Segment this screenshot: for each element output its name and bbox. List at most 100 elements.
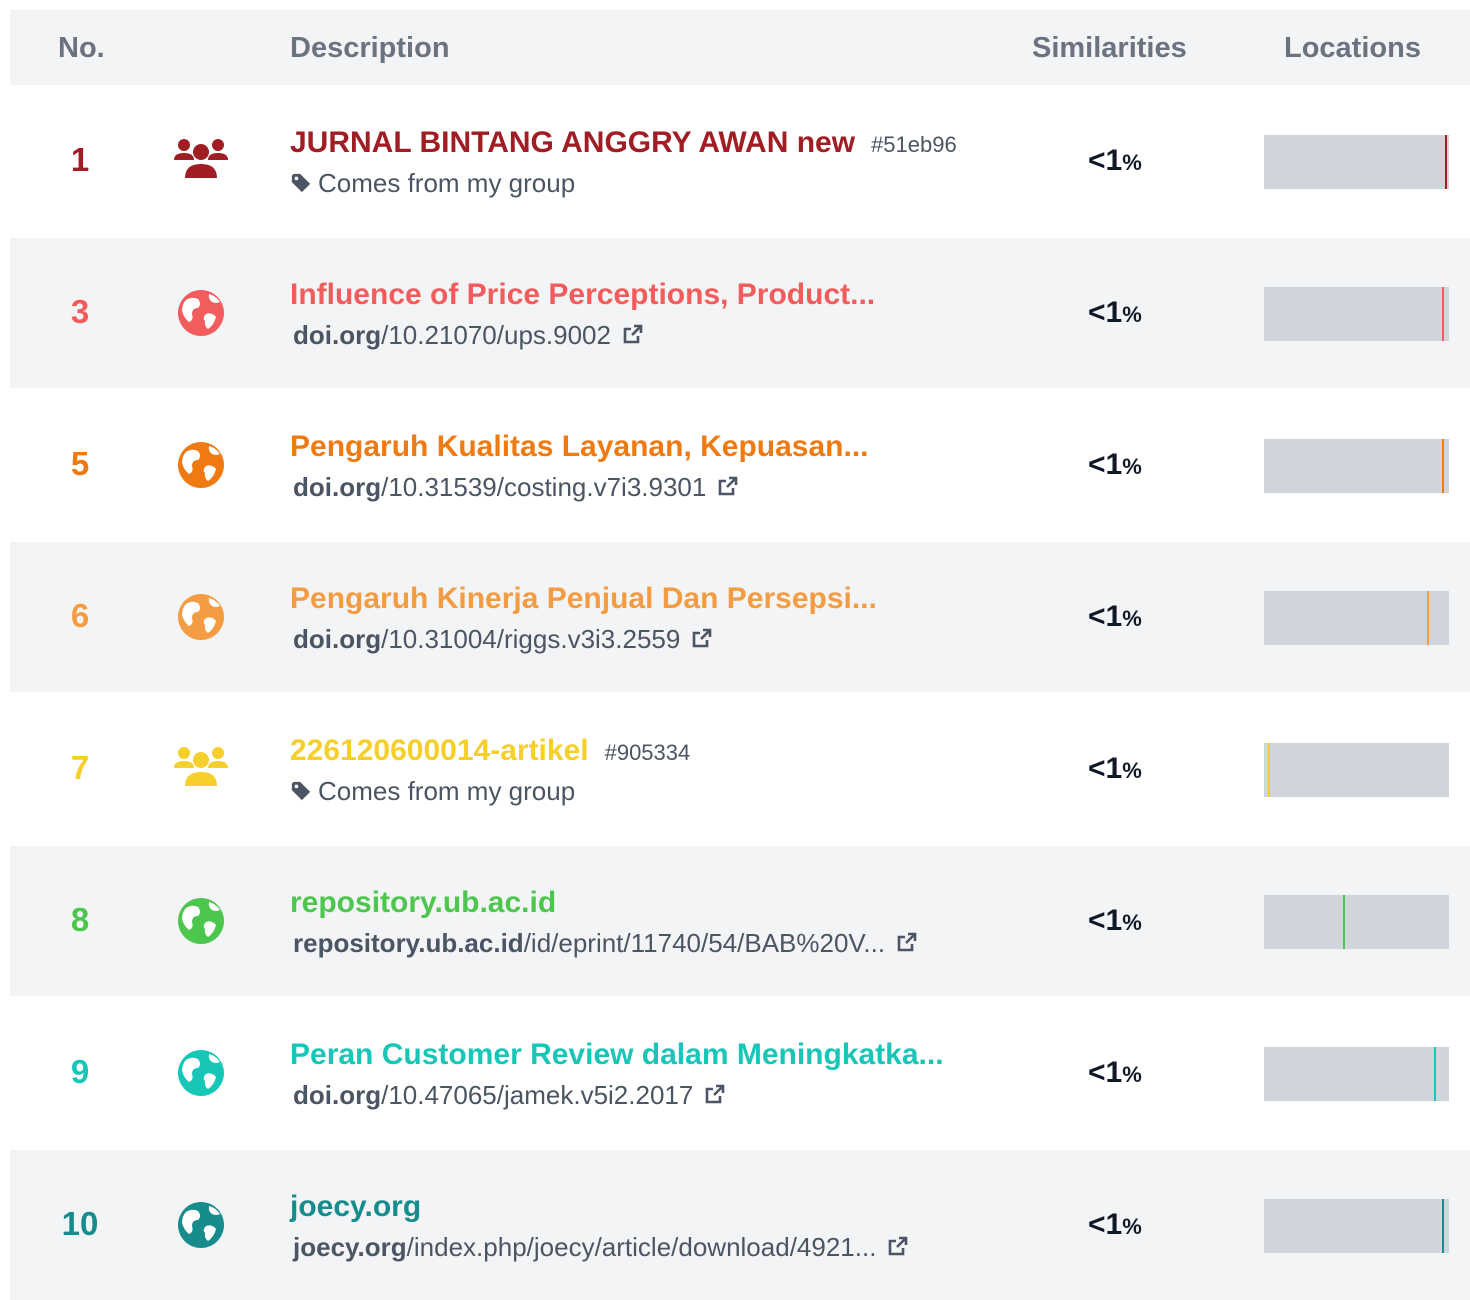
similarity-value: <1% bbox=[1088, 1056, 1142, 1090]
similarity-number: <1 bbox=[1088, 448, 1123, 481]
location-bar[interactable] bbox=[1264, 591, 1449, 645]
similarity-percent-sign: % bbox=[1122, 150, 1142, 175]
similarity-number: <1 bbox=[1088, 752, 1123, 785]
external-link-icon[interactable] bbox=[621, 322, 645, 353]
similarity-value: <1% bbox=[1088, 752, 1142, 786]
location-bar[interactable] bbox=[1264, 895, 1449, 949]
globe-icon bbox=[172, 588, 230, 646]
row-number: 10 bbox=[61, 1205, 99, 1242]
similarity-percent-sign: % bbox=[1122, 606, 1142, 631]
source-title-link[interactable]: JURNAL BINTANG ANGGRY AWAN new bbox=[290, 126, 855, 159]
source-url-link[interactable]: doi.org/10.21070/ups.9002 bbox=[293, 320, 645, 353]
source-title-link[interactable]: 226120600014-artikel bbox=[290, 734, 589, 767]
table-row[interactable]: 7 226120600014-artikel #905334 Comes from m… bbox=[10, 694, 1470, 844]
table-header: No. Description Similarities Locations bbox=[10, 10, 1470, 85]
similarity-percent-sign: % bbox=[1122, 910, 1142, 935]
globe-icon bbox=[172, 892, 230, 950]
source-title-link[interactable]: Pengaruh Kualitas Layanan, Kepuasan... bbox=[290, 430, 869, 463]
location-marker bbox=[1343, 895, 1345, 949]
source-path: /id/eprint/11740/54/BAB%20V... bbox=[523, 928, 886, 958]
group-origin-label: Comes from my group bbox=[318, 168, 576, 198]
external-link-icon[interactable] bbox=[690, 626, 714, 657]
source-title-link[interactable]: Pengaruh Kinerja Penjual Dan Persepsi... bbox=[290, 582, 877, 615]
source-domain: joecy.org bbox=[293, 1232, 407, 1262]
row-number: 9 bbox=[70, 1053, 90, 1090]
similarity-number: <1 bbox=[1088, 600, 1123, 633]
source-domain: doi.org bbox=[293, 472, 382, 502]
similarity-number: <1 bbox=[1088, 1208, 1123, 1241]
table-row[interactable]: 6 Pengaruh Kinerja Penjual Dan Persepsi..… bbox=[10, 542, 1470, 692]
source-domain: doi.org bbox=[293, 1080, 382, 1110]
location-bar[interactable] bbox=[1264, 135, 1449, 189]
source-origin: Comes from my group bbox=[290, 168, 575, 201]
similarity-percent-sign: % bbox=[1122, 758, 1142, 783]
location-marker bbox=[1445, 135, 1447, 189]
source-hash: #51eb96 bbox=[871, 132, 957, 157]
similarity-number: <1 bbox=[1088, 904, 1123, 937]
source-url-link[interactable]: doi.org/10.47065/jamek.v5i2.2017 bbox=[293, 1080, 727, 1113]
source-title-line: Pengaruh Kualitas Layanan, Kepuasan... bbox=[290, 430, 869, 464]
row-number: 8 bbox=[70, 901, 90, 938]
source-title-line: Pengaruh Kinerja Penjual Dan Persepsi... bbox=[290, 582, 877, 616]
location-marker bbox=[1268, 743, 1270, 797]
row-number: 6 bbox=[70, 597, 90, 634]
similarity-value: <1% bbox=[1088, 144, 1142, 178]
location-marker bbox=[1427, 591, 1429, 645]
globe-icon bbox=[172, 284, 230, 342]
column-header-locations: Locations bbox=[1284, 32, 1421, 64]
row-number: 3 bbox=[70, 293, 90, 330]
source-title-link[interactable]: Influence of Price Perceptions, Product.… bbox=[290, 278, 875, 311]
source-url-link[interactable]: doi.org/10.31004/riggs.v3i3.2559 bbox=[293, 624, 714, 657]
similarity-value: <1% bbox=[1088, 1208, 1142, 1242]
location-bar[interactable] bbox=[1264, 743, 1449, 797]
source-domain: doi.org bbox=[293, 320, 382, 350]
source-title-line: Peran Customer Review dalam Meningkatka.… bbox=[290, 1038, 944, 1072]
table-row[interactable]: 8 repository.ub.ac.id repository.ub.ac.id/… bbox=[10, 846, 1470, 996]
similarity-value: <1% bbox=[1088, 600, 1142, 634]
external-link-icon[interactable] bbox=[886, 1234, 910, 1265]
table-row[interactable]: 9 Peran Customer Review dalam Meningkatka… bbox=[10, 998, 1470, 1148]
location-bar[interactable] bbox=[1264, 287, 1449, 341]
source-title-link[interactable]: Peran Customer Review dalam Meningkatka.… bbox=[290, 1038, 944, 1071]
similarity-value: <1% bbox=[1088, 904, 1142, 938]
source-domain: doi.org bbox=[293, 624, 382, 654]
location-bar[interactable] bbox=[1264, 1047, 1449, 1101]
column-header-no: No. bbox=[58, 32, 105, 64]
tag-icon bbox=[290, 778, 312, 809]
source-origin: Comes from my group bbox=[290, 776, 575, 809]
table-row[interactable]: 10 joecy.org joecy.org/index.php/joecy/art… bbox=[10, 1150, 1470, 1300]
source-url-link[interactable]: repository.ub.ac.id/id/eprint/11740/54/B… bbox=[293, 928, 919, 961]
similarity-number: <1 bbox=[1088, 144, 1123, 177]
source-title-line: JURNAL BINTANG ANGGRY AWAN new #51eb96 bbox=[290, 126, 957, 160]
tag-icon bbox=[290, 170, 312, 201]
external-link-icon[interactable] bbox=[703, 1082, 727, 1113]
external-link-icon[interactable] bbox=[716, 474, 740, 505]
group-icon bbox=[172, 740, 230, 798]
source-path: /10.31004/riggs.v3i3.2559 bbox=[381, 624, 681, 654]
source-path: /10.47065/jamek.v5i2.2017 bbox=[381, 1080, 694, 1110]
location-marker bbox=[1442, 1199, 1444, 1253]
source-url-link[interactable]: joecy.org/index.php/joecy/article/downlo… bbox=[293, 1232, 910, 1265]
column-header-similarities: Similarities bbox=[1032, 32, 1187, 64]
location-bar[interactable] bbox=[1264, 1199, 1449, 1253]
similarity-percent-sign: % bbox=[1122, 1214, 1142, 1239]
table-row[interactable]: 3 Influence of Price Perceptions, Product… bbox=[10, 238, 1470, 388]
group-origin-label: Comes from my group bbox=[318, 776, 576, 806]
source-title-link[interactable]: joecy.org bbox=[290, 1190, 421, 1223]
location-bar[interactable] bbox=[1264, 439, 1449, 493]
similarity-percent-sign: % bbox=[1122, 1062, 1142, 1087]
source-url-link[interactable]: doi.org/10.31539/costing.v7i3.9301 bbox=[293, 472, 740, 505]
table-row[interactable]: 1 JURNAL BINTANG ANGGRY AWAN new #51eb96 Co… bbox=[10, 86, 1470, 236]
external-link-icon[interactable] bbox=[895, 930, 919, 961]
table-row[interactable]: 5 Pengaruh Kualitas Layanan, Kepuasan... d… bbox=[10, 390, 1470, 540]
similarity-number: <1 bbox=[1088, 296, 1123, 329]
source-title-link[interactable]: repository.ub.ac.id bbox=[290, 886, 556, 919]
location-marker bbox=[1442, 439, 1444, 493]
source-domain: repository.ub.ac.id bbox=[293, 928, 524, 958]
column-header-description: Description bbox=[290, 32, 450, 64]
similarity-percent-sign: % bbox=[1122, 302, 1142, 327]
location-marker bbox=[1442, 287, 1444, 341]
location-marker bbox=[1434, 1047, 1436, 1101]
similarity-percent-sign: % bbox=[1122, 454, 1142, 479]
similarity-number: <1 bbox=[1088, 1056, 1123, 1089]
